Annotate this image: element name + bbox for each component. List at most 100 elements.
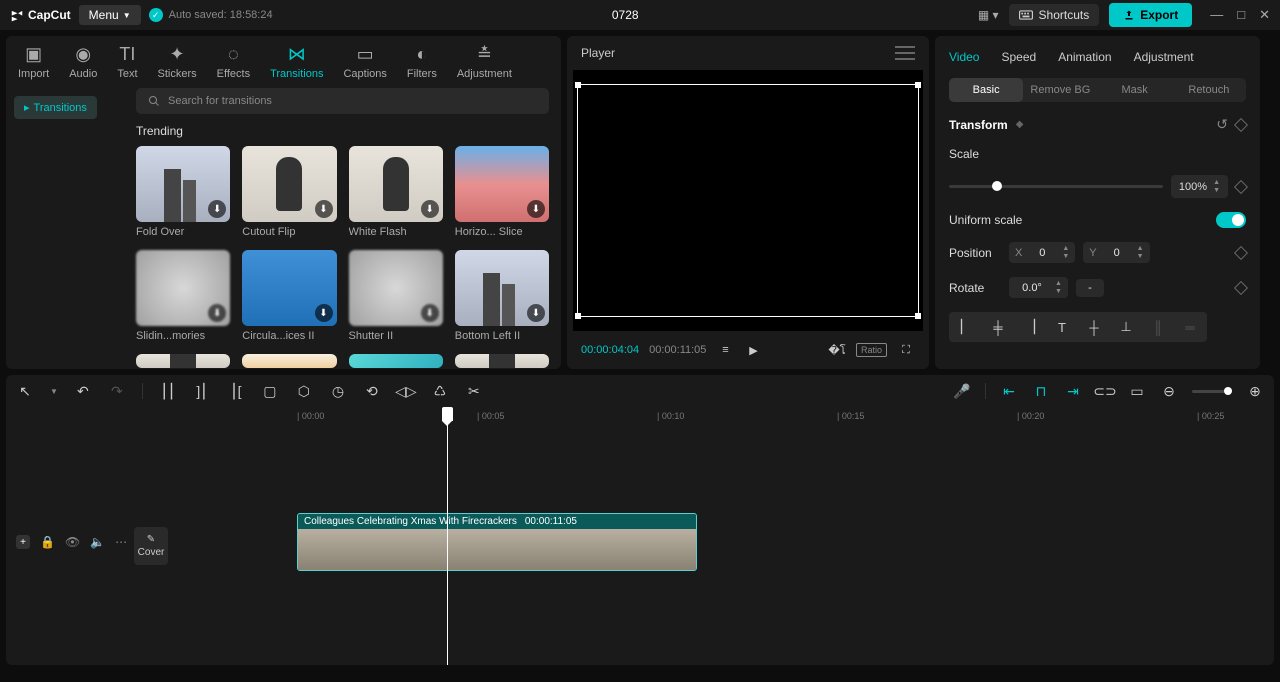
crop-tool[interactable]: ✂ [465, 382, 483, 400]
download-icon[interactable]: ⬇ [315, 304, 333, 322]
layout-icon[interactable]: ▦ ▾ [978, 8, 999, 22]
track-add[interactable]: + [16, 535, 30, 549]
align-bottom[interactable]: ⊥ [1113, 316, 1139, 338]
search-input[interactable]: Search for transitions [136, 88, 549, 114]
eye-icon[interactable]: 👁 [65, 535, 80, 549]
scale-slider[interactable] [949, 185, 1163, 188]
tab-transitions[interactable]: ⋈Transitions [270, 44, 323, 80]
align-left[interactable]: ▏ [953, 316, 979, 338]
transition-thumb[interactable]: ⬇White Flash [349, 146, 443, 238]
mic-button[interactable]: 🎤 [953, 382, 971, 400]
reset-transform-button[interactable]: ↺ [1216, 116, 1228, 133]
subtab-retouch[interactable]: Retouch [1172, 78, 1246, 102]
zoom-in-button[interactable]: ⊕ [1246, 382, 1264, 400]
handle-tl[interactable] [575, 82, 581, 88]
tab-audio[interactable]: ◉Audio [69, 44, 97, 80]
tab-effects[interactable]: ◌Effects [217, 44, 250, 80]
select-tool[interactable]: ↖ [16, 382, 34, 400]
position-y-input[interactable]: Y0▲▼ [1083, 242, 1149, 263]
inspector-tab-adjustment[interactable]: Adjustment [1134, 50, 1194, 64]
align-right[interactable]: ▕ [1017, 316, 1043, 338]
lock-icon[interactable]: 🔒 [40, 535, 55, 549]
frame-tool[interactable]: ▢ [261, 382, 279, 400]
keyframe-position[interactable] [1234, 245, 1248, 259]
transition-thumb[interactable]: ⬇Shutter II [349, 250, 443, 342]
transition-thumb[interactable]: ⬇Horizo... Slice [455, 146, 549, 238]
track-more[interactable]: ⋯ [115, 535, 127, 549]
ruler[interactable]: | 00:00| 00:05| 00:10| 00:15| 00:20| 00:… [131, 407, 1274, 427]
tab-captions[interactable]: ▭Captions [343, 44, 386, 80]
minimize-button[interactable]: — [1210, 7, 1223, 23]
transition-thumb[interactable] [242, 354, 336, 368]
align-hcenter[interactable]: ╪ [985, 316, 1011, 338]
speed-tool[interactable]: ◷ [329, 382, 347, 400]
transition-thumb[interactable]: ⬇Slidin...mories [136, 250, 230, 342]
play-button[interactable]: ▶ [744, 341, 762, 359]
video-clip[interactable]: Colleagues Celebrating Xmas With Firecra… [297, 513, 697, 571]
transition-thumb[interactable]: ⬇Bottom Left II [455, 250, 549, 342]
menu-button[interactable]: Menu▼ [79, 5, 141, 25]
inspector-tab-animation[interactable]: Animation [1058, 50, 1111, 64]
shortcuts-button[interactable]: Shortcuts [1009, 4, 1100, 26]
download-icon[interactable]: ⬇ [315, 200, 333, 218]
zoom-out-button[interactable]: ⊖ [1160, 382, 1178, 400]
keyframe-transform[interactable] [1234, 117, 1248, 131]
rotate-extra[interactable]: - [1076, 279, 1104, 297]
download-icon[interactable]: ⬇ [527, 200, 545, 218]
snap-right[interactable]: ⇥ [1064, 382, 1082, 400]
scan-icon[interactable]: �โ [828, 341, 846, 359]
handle-br[interactable] [915, 313, 921, 319]
transition-thumb[interactable] [455, 354, 549, 368]
link-button[interactable]: ⊂⊃ [1096, 382, 1114, 400]
trim-left[interactable]: ]⎮ [193, 382, 211, 400]
download-icon[interactable]: ⬇ [421, 304, 439, 322]
scale-value-input[interactable]: 100%▲▼ [1171, 175, 1228, 198]
position-x-input[interactable]: X0▲▼ [1009, 242, 1075, 263]
export-button[interactable]: Export [1109, 3, 1192, 27]
transition-thumb[interactable]: ⬇Circula...ices II [242, 250, 336, 342]
fullscreen-icon[interactable]: ⛶ [897, 341, 915, 359]
subtab-remove-bg[interactable]: Remove BG [1023, 78, 1097, 102]
transition-thumb[interactable] [349, 354, 443, 368]
playhead[interactable] [447, 407, 448, 665]
uniform-scale-toggle[interactable] [1216, 212, 1246, 228]
selection-frame[interactable] [577, 84, 919, 317]
tab-import[interactable]: ▣Import [18, 44, 49, 80]
inspector-tab-video[interactable]: Video [949, 50, 979, 64]
download-icon[interactable]: ⬇ [208, 304, 226, 322]
tab-filters[interactable]: ◐Filters [407, 44, 437, 80]
ratio-button[interactable]: Ratio [856, 343, 887, 357]
rotate-tool[interactable]: ♺ [431, 382, 449, 400]
transition-thumb[interactable] [136, 354, 230, 368]
mute-icon[interactable]: 🔈 [90, 535, 105, 549]
keyframe-rotate[interactable] [1234, 280, 1248, 294]
magnet-button[interactable]: ⊓ [1032, 382, 1050, 400]
timeline[interactable]: + 🔒 👁 🔈 ⋯ ✎ Cover | 00:00| 00:05| 00:10|… [6, 407, 1274, 665]
sidebar-item-transitions[interactable]: ▸ Transitions [14, 96, 97, 119]
transition-thumb[interactable]: ⬇Cutout Flip [242, 146, 336, 238]
download-icon[interactable]: ⬇ [527, 304, 545, 322]
handle-bl[interactable] [575, 313, 581, 319]
tab-adjustment[interactable]: ≛Adjustment [457, 44, 512, 80]
zoom-slider[interactable] [1192, 390, 1232, 393]
trim-right[interactable]: ⎮[ [227, 382, 245, 400]
split-tool[interactable]: ⎮⎮ [159, 382, 177, 400]
handle-tr[interactable] [915, 82, 921, 88]
mirror-tool[interactable]: ◁▷ [397, 382, 415, 400]
transition-thumb[interactable]: ⬇Fold Over [136, 146, 230, 238]
subtab-mask[interactable]: Mask [1098, 78, 1172, 102]
tab-text[interactable]: TIText [117, 44, 137, 80]
reverse-tool[interactable]: ⟲ [363, 382, 381, 400]
maximize-button[interactable]: □ [1237, 7, 1245, 23]
align-vcenter[interactable]: ┼ [1081, 316, 1107, 338]
tab-stickers[interactable]: ✦Stickers [158, 44, 197, 80]
project-title[interactable]: 0728 [281, 8, 970, 22]
player-canvas[interactable] [573, 70, 923, 331]
align-top[interactable]: T [1049, 316, 1075, 338]
undo-button[interactable]: ↶ [74, 382, 92, 400]
download-icon[interactable]: ⬇ [421, 200, 439, 218]
subtab-basic[interactable]: Basic [949, 78, 1023, 102]
download-icon[interactable]: ⬇ [208, 200, 226, 218]
preview-button[interactable]: ▭ [1128, 382, 1146, 400]
keyframe-scale[interactable] [1234, 179, 1248, 193]
